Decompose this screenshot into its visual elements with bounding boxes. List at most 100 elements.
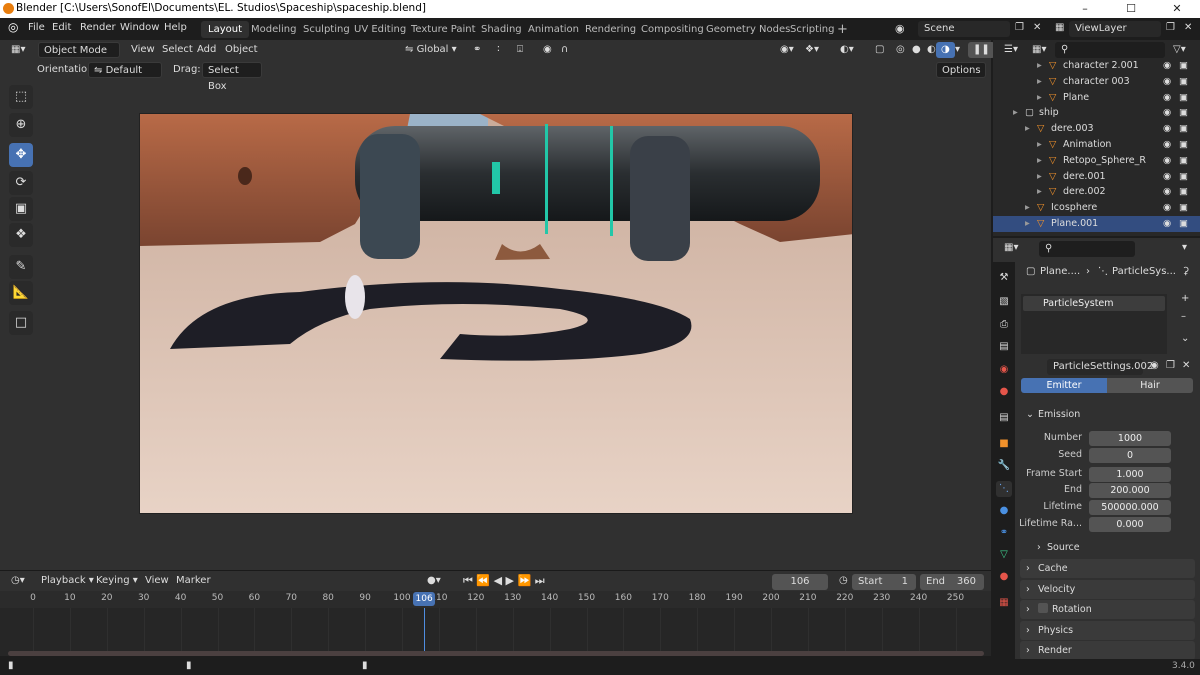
menu-playback[interactable]: Playback ▾ <box>36 573 99 589</box>
current-frame-field[interactable]: 106 <box>772 574 828 590</box>
render-visibility-icon[interactable]: ▣ <box>1179 137 1188 153</box>
expand-arrow-icon[interactable]: ▸ <box>1013 105 1018 121</box>
output-tab-icon[interactable]: ⎙ <box>996 317 1012 333</box>
menu-render[interactable]: Render <box>80 22 116 33</box>
maximize-button[interactable]: ☐ <box>1108 0 1154 18</box>
snap-icon[interactable]: ∶ <box>492 42 505 58</box>
render-visibility-icon[interactable]: ▣ <box>1179 105 1188 121</box>
timeline-scrollbar[interactable] <box>8 651 984 656</box>
blender-menu-icon[interactable]: ◎ <box>8 20 18 34</box>
orientation-dropdown[interactable]: ⇋ Default <box>88 62 162 78</box>
scene-icon[interactable]: ◉ <box>895 22 905 35</box>
field-value[interactable]: 200.000 <box>1089 483 1171 498</box>
visibility-eye-icon[interactable]: ◉ <box>1163 137 1171 153</box>
tab-hair[interactable]: Hair <box>1107 378 1193 393</box>
tab-animation[interactable]: Animation <box>521 21 586 38</box>
playback-controls[interactable]: ⏮ ⏪ ◀ ▶ ⏩ ⏭ <box>458 573 550 589</box>
outliner-item[interactable]: ▸ ▽ Retopo_Sphere_R ◉ ▣ <box>993 153 1200 169</box>
view-layer-selector[interactable]: ViewLayer <box>1069 21 1161 37</box>
tool-tab-icon[interactable]: ⚒ <box>996 270 1012 286</box>
source-subpanel[interactable]: › Source <box>1037 540 1177 556</box>
outliner-search-input[interactable]: ⚲ <box>1055 42 1165 58</box>
render-visibility-icon[interactable]: ▣ <box>1179 216 1188 232</box>
measure-tool-icon[interactable]: 📐 <box>9 281 33 305</box>
view-layer-icon[interactable]: ▦ <box>1055 22 1064 33</box>
delete-view-layer-icon[interactable]: ✕ <box>1184 22 1192 33</box>
falloff-icon[interactable]: ∩ <box>556 42 573 58</box>
render-visibility-icon[interactable]: ▣ <box>1179 74 1188 90</box>
texture-tab-icon[interactable]: ▦ <box>996 595 1012 611</box>
drag-dropdown[interactable]: Select Box <box>202 62 262 92</box>
visibility-eye-icon[interactable]: ◉ <box>1163 216 1171 232</box>
proportional-edit-icon[interactable]: ◉ <box>538 42 557 58</box>
outliner-item[interactable]: ▸ ▢ ship ◉ ▣ <box>993 105 1200 121</box>
overlays-icon[interactable]: ◐▾ <box>835 42 859 58</box>
expand-arrow-icon[interactable]: ▸ <box>1037 169 1042 185</box>
expand-arrow-icon[interactable]: ▸ <box>1037 153 1042 169</box>
field-value[interactable]: 1000 <box>1089 431 1171 446</box>
pause-render-icon[interactable]: ❚❚ <box>968 42 995 58</box>
playhead-line[interactable] <box>424 608 426 656</box>
visibility-eye-icon[interactable]: ◉ <box>1163 105 1171 121</box>
timeline-editor-icon[interactable]: ◷▾ <box>6 573 30 589</box>
collection-tab-icon[interactable]: ▤ <box>996 410 1012 426</box>
render-visibility-icon[interactable]: ▣ <box>1179 200 1188 216</box>
rotate-tool-icon[interactable]: ⟳ <box>9 171 33 195</box>
panel-rotation[interactable]: › Rotation <box>1020 600 1195 619</box>
visibility-eye-icon[interactable]: ◉ <box>1163 200 1171 216</box>
tab-texture-paint[interactable]: Texture Paint <box>404 21 483 38</box>
annotate-tool-icon[interactable]: ✎ <box>9 255 33 279</box>
transform-orientation-dropdown[interactable]: ⇋ Global ▾ <box>400 42 462 58</box>
display-mode-icon[interactable]: ▦▾ <box>1027 42 1051 58</box>
expand-arrow-icon[interactable]: ▸ <box>1025 200 1030 216</box>
expand-arrow-icon[interactable]: ▸ <box>1037 58 1042 74</box>
visibility-icon[interactable]: ◉▾ <box>775 42 799 58</box>
pivot-icon[interactable]: ⚭ <box>468 42 486 58</box>
field-value[interactable]: 1.000 <box>1089 467 1171 482</box>
render-visibility-icon[interactable]: ▣ <box>1179 90 1188 106</box>
field-value[interactable]: 500000.000 <box>1089 500 1171 515</box>
editor-type-icon[interactable]: ▦▾ <box>6 42 30 58</box>
menu-edit[interactable]: Edit <box>52 22 71 33</box>
slot-menu-icon[interactable]: ⌄ <box>1176 331 1194 347</box>
rotation-checkbox[interactable] <box>1038 603 1048 613</box>
shading-options-icon[interactable]: ▾ <box>950 42 965 58</box>
visibility-eye-icon[interactable]: ◉ <box>1163 74 1171 90</box>
minimize-button[interactable]: – <box>1062 0 1108 18</box>
view-layer-tab-icon[interactable]: ▤ <box>996 339 1012 355</box>
panel-render[interactable]: › Render <box>1020 641 1195 660</box>
select-box-tool-icon[interactable]: ⬚ <box>9 85 33 109</box>
visibility-eye-icon[interactable]: ◉ <box>1163 58 1171 74</box>
pin-icon[interactable]: ⚳ <box>1177 264 1194 280</box>
render-visibility-icon[interactable]: ▣ <box>1179 153 1188 169</box>
menu-keying[interactable]: Keying ▾ <box>91 573 143 589</box>
visibility-eye-icon[interactable]: ◉ <box>1163 184 1171 200</box>
outliner-item[interactable]: ▸ ▽ character 2.001 ◉ ▣ <box>993 58 1200 74</box>
remove-slot-icon[interactable]: – <box>1176 309 1191 325</box>
outliner-item[interactable]: ▸ ▽ character 003 ◉ ▣ <box>993 74 1200 90</box>
data-tab-icon[interactable]: ▽ <box>996 547 1012 563</box>
scene-tab-icon[interactable]: ◉ <box>996 362 1012 378</box>
panel-velocity[interactable]: › Velocity <box>1020 580 1195 599</box>
expand-arrow-icon[interactable]: ▸ <box>1025 216 1030 232</box>
panel-physics[interactable]: › Physics <box>1020 621 1195 640</box>
visibility-eye-icon[interactable]: ◉ <box>1163 153 1171 169</box>
expand-arrow-icon[interactable]: ▸ <box>1025 121 1030 137</box>
render-visibility-icon[interactable]: ▣ <box>1179 169 1188 185</box>
panel-cache[interactable]: › Cache <box>1020 559 1195 578</box>
move-tool-icon[interactable]: ✥ <box>9 143 33 167</box>
particle-system-item[interactable]: ParticleSystem <box>1023 296 1165 311</box>
world-tab-icon[interactable]: ● <box>996 384 1012 400</box>
material-tab-icon[interactable]: ● <box>996 569 1012 585</box>
unlink-icon[interactable]: ✕ <box>1177 358 1195 374</box>
add-workspace-icon[interactable]: + <box>830 21 855 38</box>
menu-file[interactable]: File <box>28 22 45 33</box>
menu-view[interactable]: View <box>126 42 160 58</box>
outliner-item[interactable]: ▸ ▽ Animation ◉ ▣ <box>993 137 1200 153</box>
filter-icon[interactable]: ▽▾ <box>1168 42 1191 58</box>
tab-modeling[interactable]: Modeling <box>244 21 304 38</box>
particle-settings-selector[interactable]: ParticleSettings.002 <box>1047 359 1153 375</box>
scene-selector[interactable]: Scene <box>918 21 1010 37</box>
field-value[interactable]: 0 <box>1089 448 1171 463</box>
tab-emitter[interactable]: Emitter <box>1021 378 1107 393</box>
